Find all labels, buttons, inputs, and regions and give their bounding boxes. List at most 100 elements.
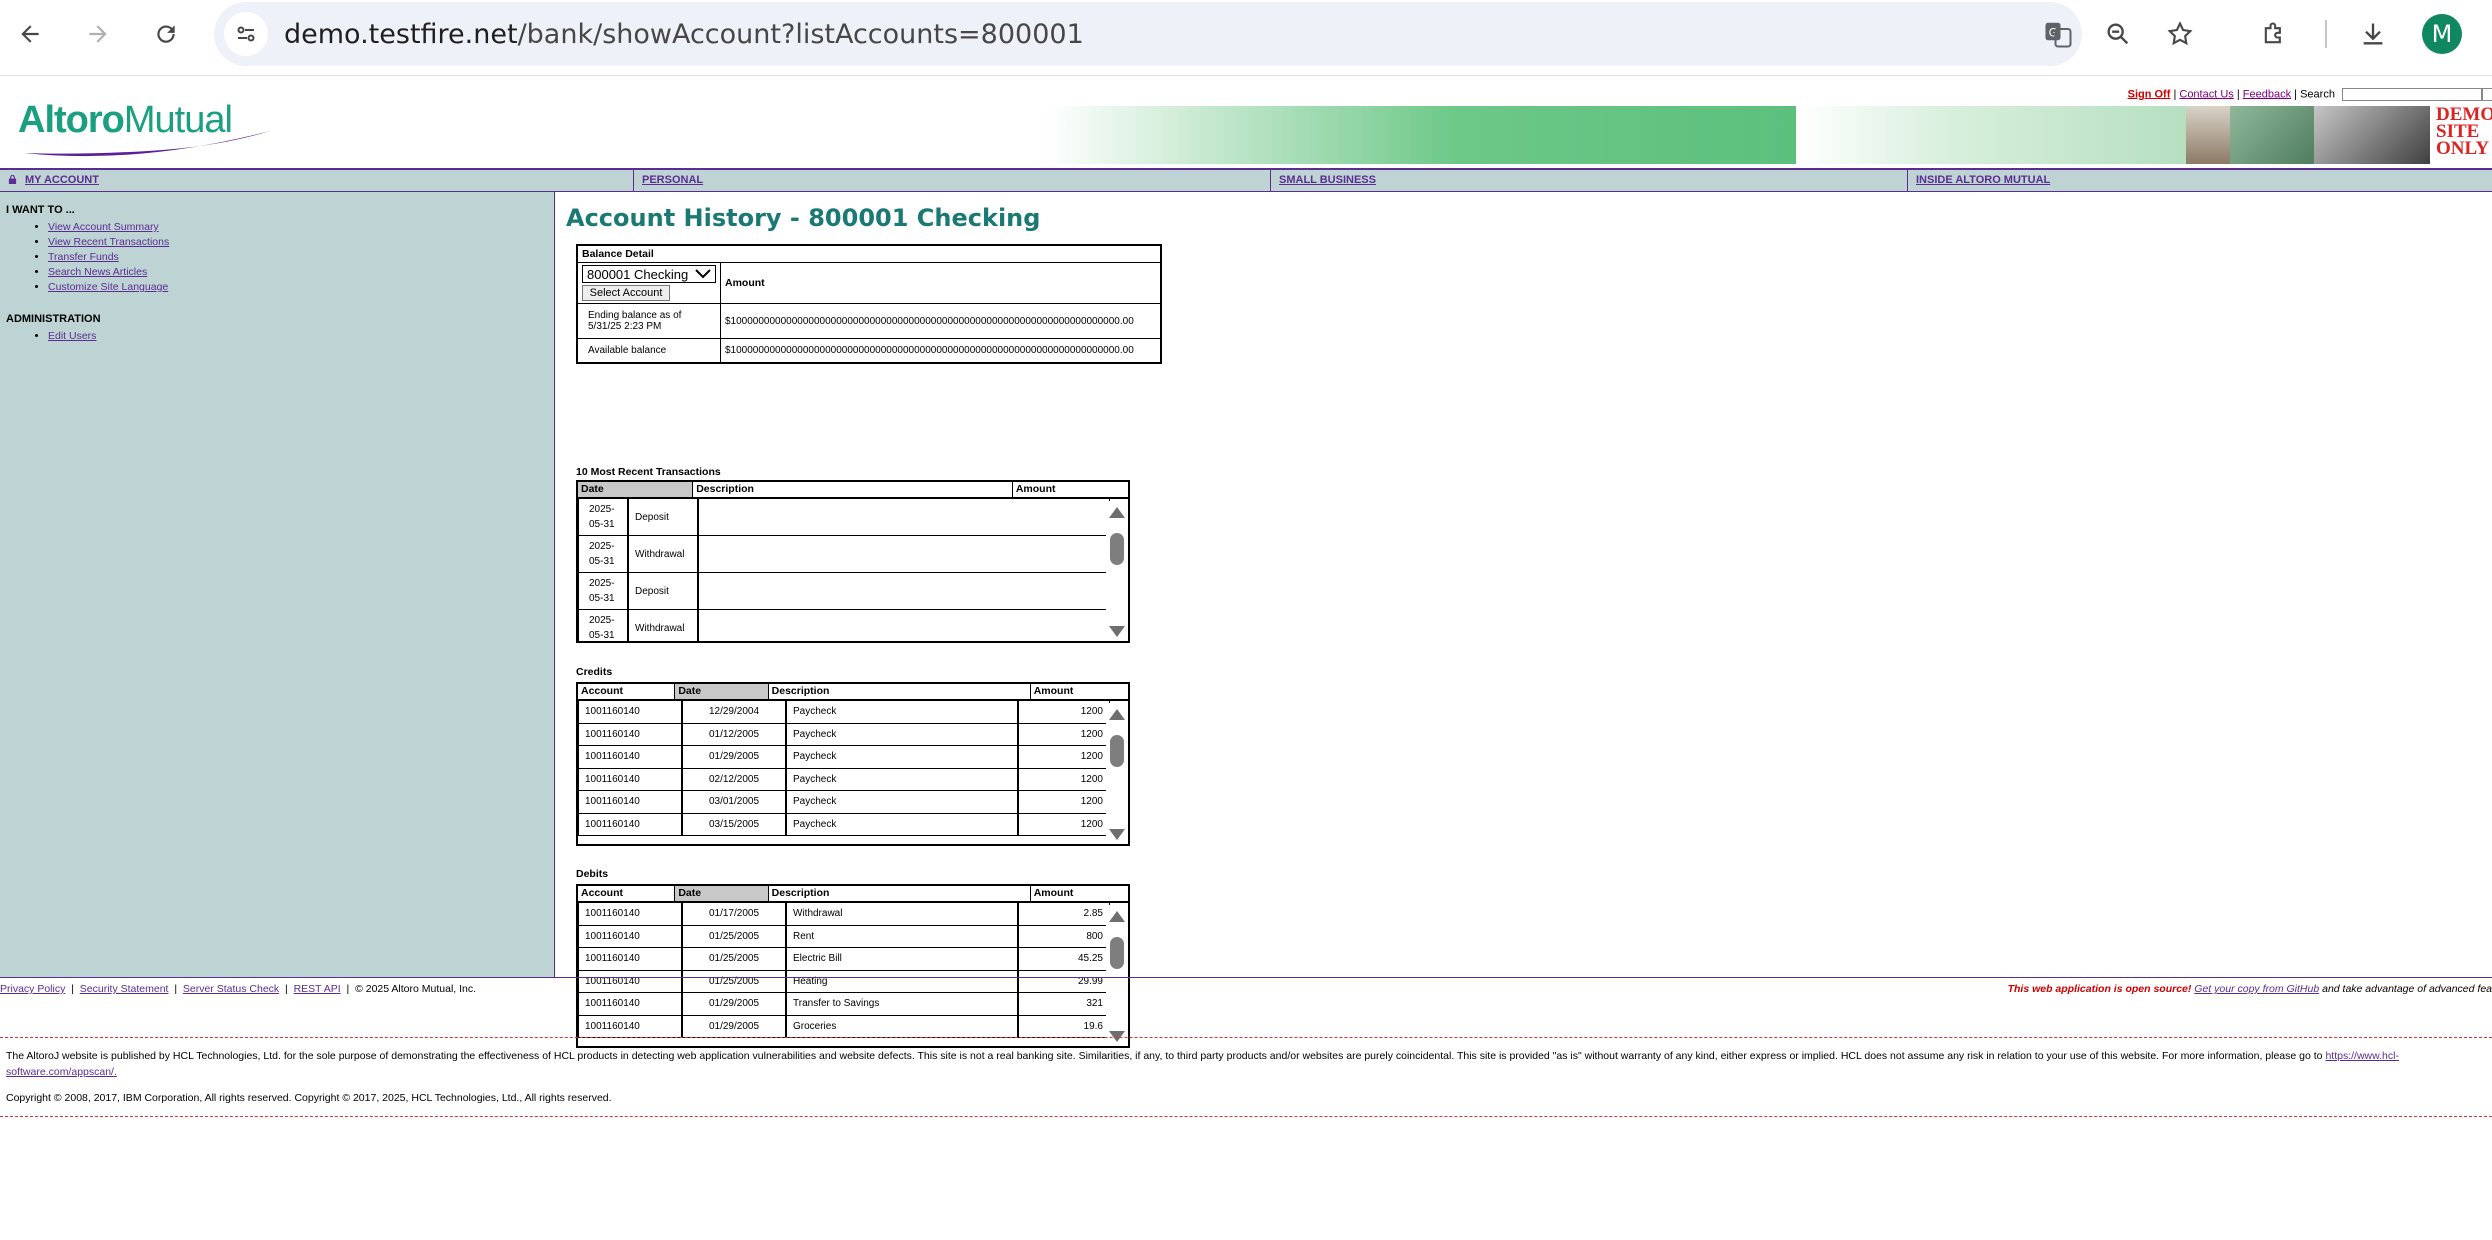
browser-toolbar: demo.testfire.net/bank/showAccount?listA… bbox=[0, 0, 2492, 76]
cell-description: Paycheck bbox=[786, 768, 1018, 791]
contact-us-link[interactable]: Contact Us bbox=[2179, 88, 2233, 100]
table-row: 2025-05-31 Deposit bbox=[578, 499, 1128, 536]
rest-api-link[interactable]: REST API bbox=[294, 983, 341, 995]
cell-description: Rent bbox=[786, 925, 1018, 948]
cell-description: Withdrawal bbox=[786, 903, 1018, 926]
zoom-icon[interactable] bbox=[2098, 14, 2138, 54]
cell-description: Withdrawal bbox=[628, 610, 698, 641]
cell-account: 1001160140 bbox=[578, 701, 682, 724]
cell-amount bbox=[698, 536, 1110, 573]
cell-amount: 45.25 bbox=[1018, 948, 1110, 971]
translate-icon[interactable]: G bbox=[2038, 14, 2078, 54]
cell-amount bbox=[698, 610, 1110, 641]
cell-account: 1001160140 bbox=[578, 948, 682, 971]
tab-label[interactable]: MY ACCOUNT bbox=[25, 174, 99, 186]
select-account-button[interactable]: Select Account bbox=[582, 285, 670, 301]
sidebar-link-search-news[interactable]: Search News Articles bbox=[48, 266, 147, 278]
table-row: 1001160140 01/17/2005 Withdrawal 2.85 bbox=[578, 903, 1128, 926]
col-amount: Amount bbox=[1033, 685, 1074, 697]
i-want-list: View Account Summary View Recent Transac… bbox=[48, 220, 548, 295]
page-footer: Privacy Policy | Security Statement | Se… bbox=[0, 977, 2492, 1117]
lock-icon bbox=[8, 175, 17, 184]
star-icon[interactable] bbox=[2160, 14, 2200, 54]
sidebar-link-account-summary[interactable]: View Account Summary bbox=[48, 221, 159, 233]
privacy-policy-link[interactable]: Privacy Policy bbox=[0, 983, 65, 995]
cell-amount: 1200 bbox=[1018, 791, 1110, 814]
sidebar-link-transfer-funds[interactable]: Transfer Funds bbox=[48, 251, 119, 263]
scroll-up-icon[interactable] bbox=[1109, 709, 1125, 720]
col-date[interactable]: Date bbox=[675, 684, 769, 699]
tab-personal[interactable]: PERSONAL bbox=[634, 170, 1271, 191]
cell-amount: 2.85 bbox=[1018, 903, 1110, 926]
header-banner bbox=[1046, 106, 1796, 164]
scroll-up-icon[interactable] bbox=[1109, 507, 1125, 518]
scroll-down-icon[interactable] bbox=[1109, 829, 1125, 840]
cell-description: Paycheck bbox=[786, 746, 1018, 769]
cell-amount: 1200 bbox=[1018, 746, 1110, 769]
sidebar-link-recent-transactions[interactable]: View Recent Transactions bbox=[48, 236, 169, 248]
table-row: 1001160140 01/25/2005 Rent 800 bbox=[578, 925, 1128, 948]
url-text[interactable]: demo.testfire.net/bank/showAccount?listA… bbox=[284, 19, 1084, 50]
extensions-icon[interactable] bbox=[2254, 14, 2294, 54]
back-icon[interactable] bbox=[10, 14, 50, 54]
cell-amount: 1200 bbox=[1018, 768, 1110, 791]
account-select[interactable]: 800001 Checking bbox=[582, 265, 716, 283]
credits-caption: Credits bbox=[576, 666, 613, 678]
cell-amount: 1200 bbox=[1018, 813, 1110, 836]
forward-icon[interactable] bbox=[78, 14, 118, 54]
chevron-down-icon bbox=[695, 269, 711, 279]
sidebar-link-edit-users[interactable]: Edit Users bbox=[48, 330, 96, 342]
cell-description: Deposit bbox=[628, 499, 698, 536]
cell-date: 2025-05-31 bbox=[578, 573, 628, 610]
altoro-logo[interactable]: AltoroMutual bbox=[18, 99, 278, 157]
tab-label[interactable]: SMALL BUSINESS bbox=[1279, 174, 1376, 186]
credits-scrollbar[interactable] bbox=[1106, 703, 1128, 844]
search-go-button[interactable] bbox=[2482, 88, 2492, 101]
table-row: 1001160140 03/15/2005 Paycheck 1200 bbox=[578, 813, 1128, 836]
tab-my-account[interactable]: MY ACCOUNT bbox=[0, 170, 634, 191]
github-link[interactable]: Get your copy from GitHub bbox=[2194, 983, 2319, 995]
scroll-thumb[interactable] bbox=[1110, 937, 1124, 969]
cell-amount: 1200 bbox=[1018, 701, 1110, 724]
tab-label[interactable]: PERSONAL bbox=[642, 174, 703, 186]
security-statement-link[interactable]: Security Statement bbox=[80, 983, 169, 995]
table-row: 1001160140 12/29/2004 Paycheck 1200 bbox=[578, 701, 1128, 724]
scroll-thumb[interactable] bbox=[1110, 533, 1124, 565]
web-page: Sign Off | Contact Us | Feedback | Searc… bbox=[0, 77, 2492, 1240]
tab-small-business[interactable]: SMALL BUSINESS bbox=[1271, 170, 1908, 191]
sign-off-link[interactable]: Sign Off bbox=[2128, 88, 2171, 100]
download-icon[interactable] bbox=[2353, 14, 2393, 54]
site-info-icon[interactable] bbox=[224, 12, 268, 56]
cell-date: 03/01/2005 bbox=[682, 791, 786, 814]
recent-rows: 2025-05-31 Deposit 2025-05-31 Withdrawal 202… bbox=[578, 499, 1128, 641]
tab-label[interactable]: INSIDE ALTORO MUTUAL bbox=[1916, 174, 2050, 186]
col-account: Account bbox=[578, 886, 676, 901]
scroll-down-icon[interactable] bbox=[1109, 626, 1125, 637]
col-date[interactable]: Date bbox=[675, 886, 769, 901]
footer-copyright: © 2025 Altoro Mutual, Inc. bbox=[355, 983, 477, 995]
available-balance-label: Available balance bbox=[576, 338, 721, 364]
scroll-thumb[interactable] bbox=[1110, 735, 1124, 767]
table-row: 1001160140 03/01/2005 Paycheck 1200 bbox=[578, 791, 1128, 814]
profile-avatar[interactable]: M bbox=[2422, 14, 2462, 54]
cell-date: 01/17/2005 bbox=[682, 903, 786, 926]
table-row: 2025-05-31 Withdrawal bbox=[578, 536, 1128, 573]
col-amount: Amount bbox=[1015, 483, 1056, 495]
sidebar-link-customize-language[interactable]: Customize Site Language bbox=[48, 281, 168, 293]
header-banner-fade bbox=[1796, 106, 2186, 164]
tab-inside-altoro[interactable]: INSIDE ALTORO MUTUAL bbox=[1908, 170, 2492, 191]
recent-scrollbar[interactable] bbox=[1106, 501, 1128, 641]
col-date[interactable]: Date bbox=[578, 482, 694, 497]
admin-list: Edit Users bbox=[48, 329, 548, 344]
reload-icon[interactable] bbox=[146, 14, 186, 54]
feedback-link[interactable]: Feedback bbox=[2243, 88, 2291, 100]
search-input[interactable] bbox=[2342, 88, 2482, 101]
url-domain: demo.testfire.net bbox=[284, 19, 518, 50]
cell-account: 1001160140 bbox=[578, 903, 682, 926]
demo-site-label: DEMO SITE ONLY bbox=[2436, 104, 2492, 159]
server-status-link[interactable]: Server Status Check bbox=[183, 983, 279, 995]
address-bar[interactable]: demo.testfire.net/bank/showAccount?listA… bbox=[214, 2, 2082, 66]
open-source-text: This web application is open source! bbox=[2007, 983, 2192, 995]
scroll-up-icon[interactable] bbox=[1109, 911, 1125, 922]
col-description: Description bbox=[693, 482, 1013, 497]
